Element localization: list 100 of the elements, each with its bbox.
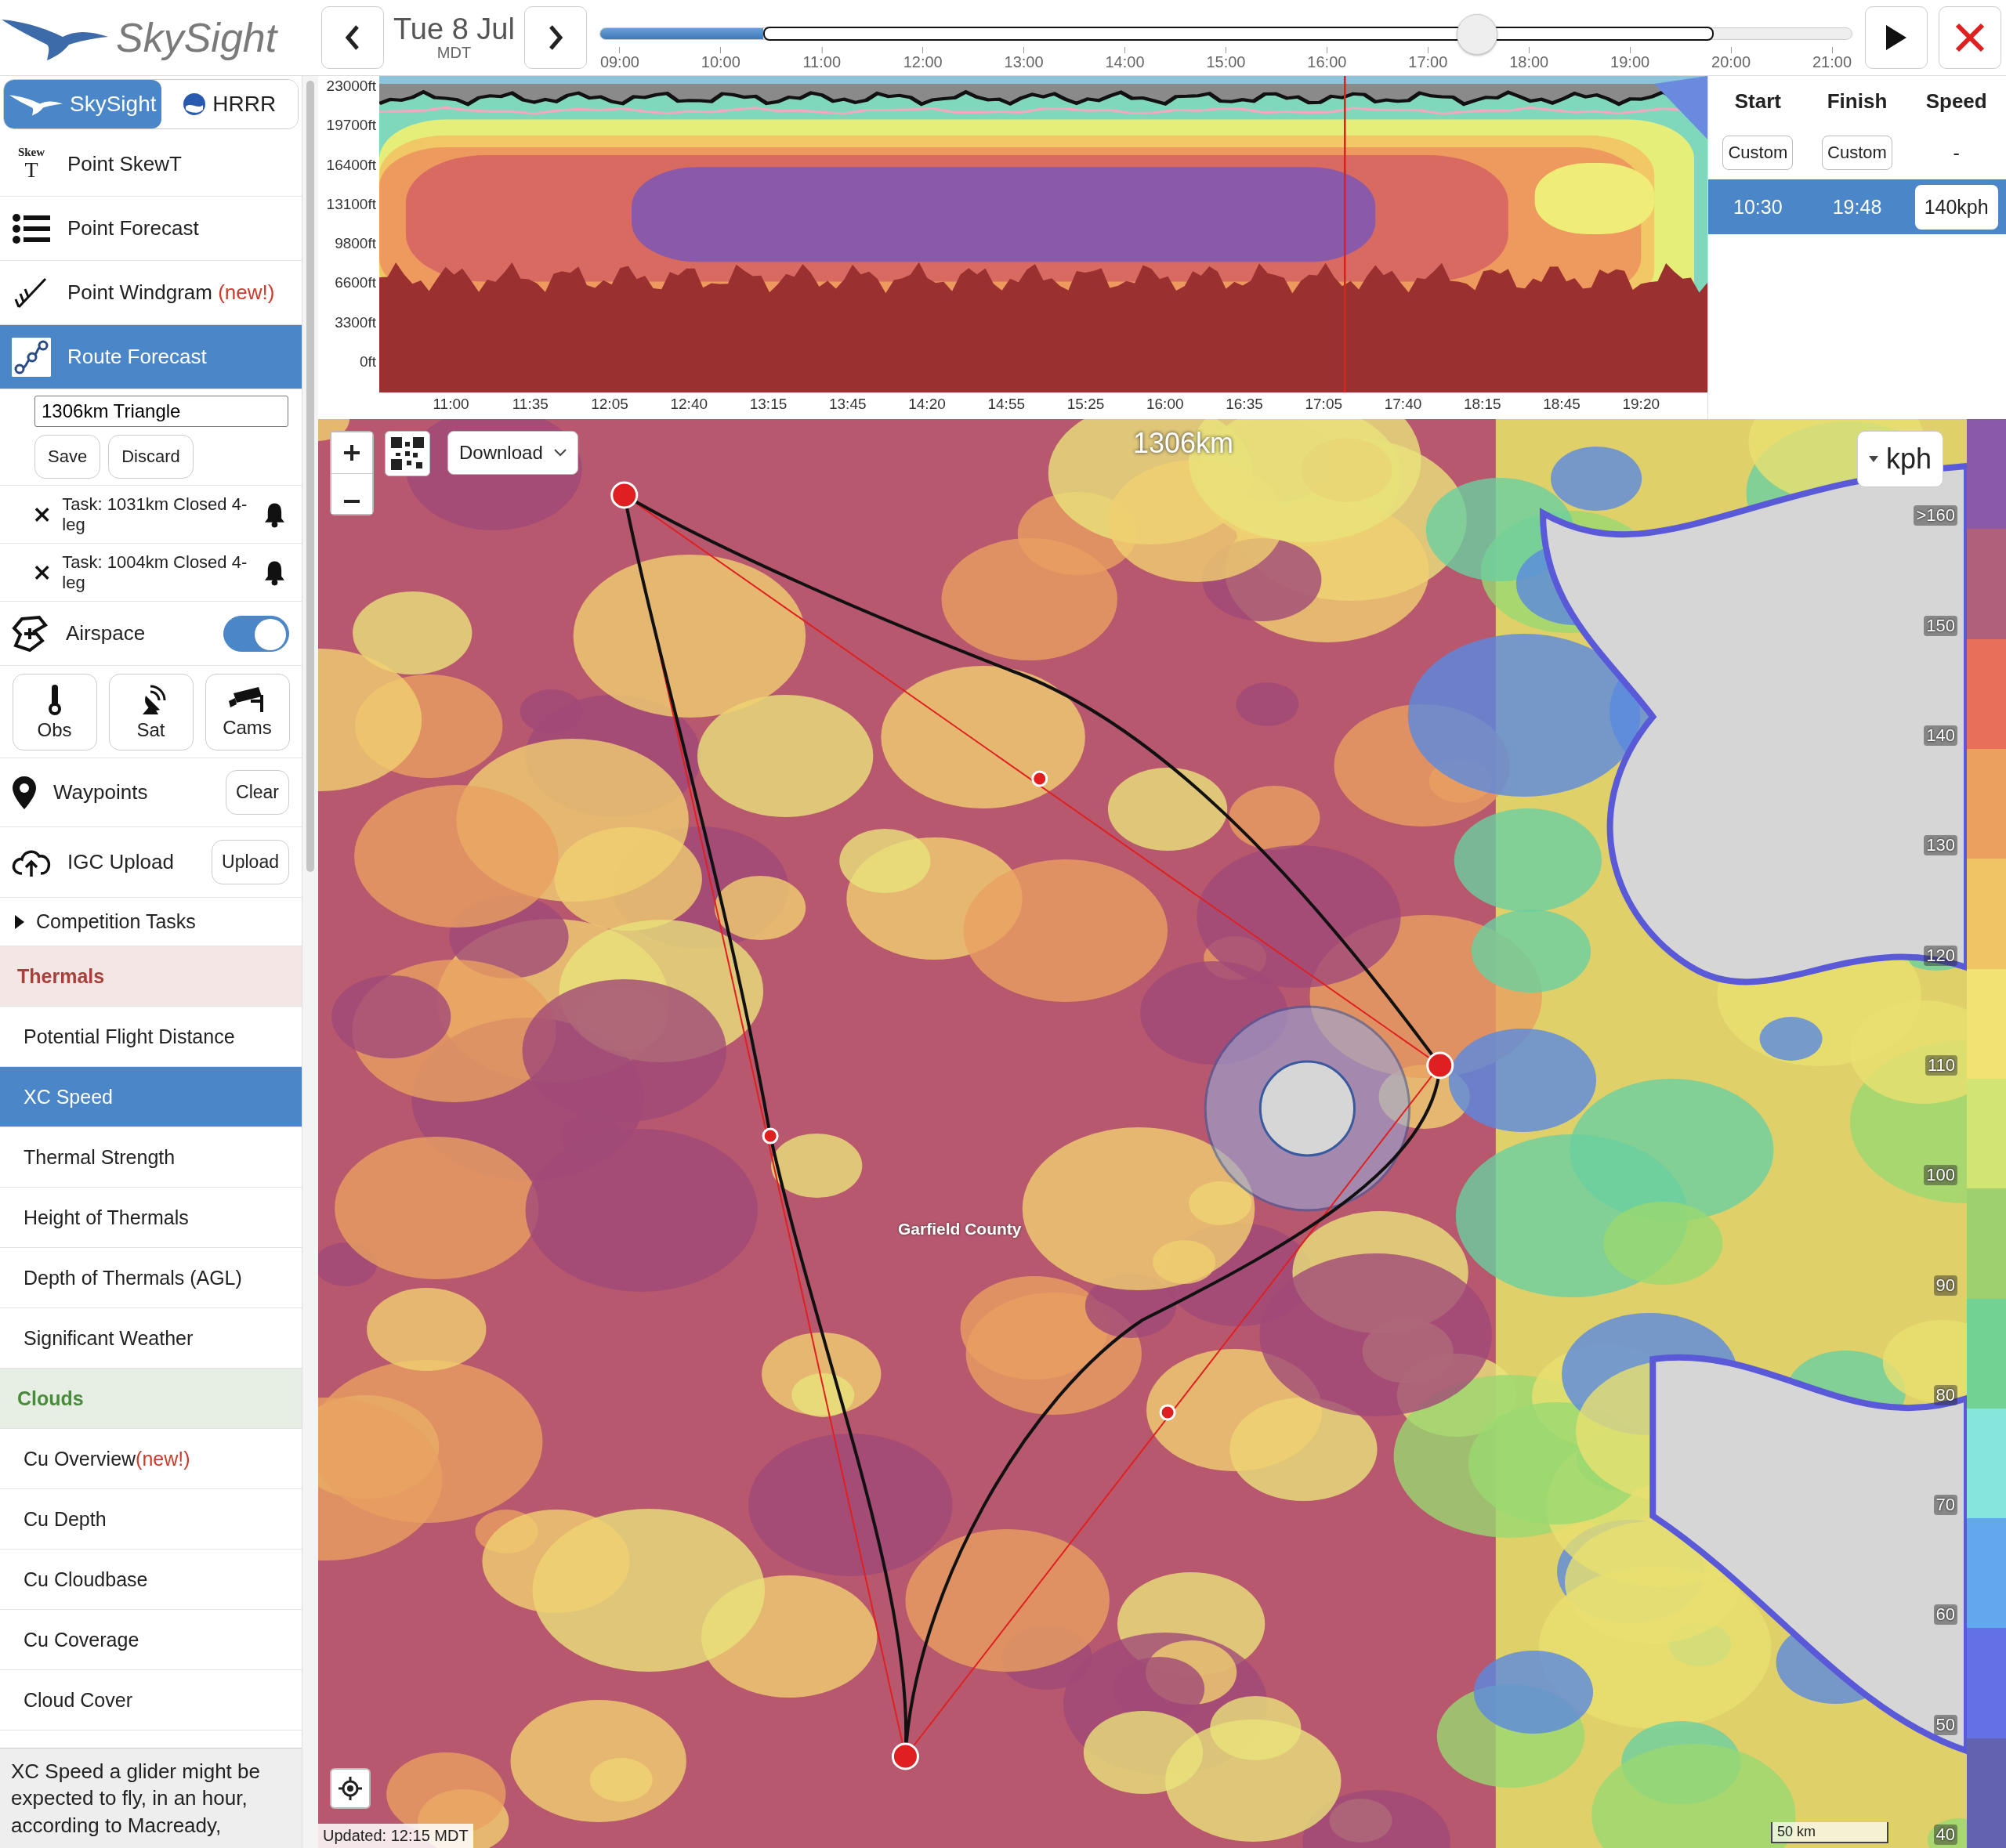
- time-tick-label: 20:00: [1711, 53, 1751, 71]
- time-axis-label: 14:55: [987, 396, 1025, 413]
- next-day-button[interactable]: [523, 6, 587, 69]
- model-tab[interactable]: SkySight: [4, 80, 161, 128]
- time-axis-label: 12:40: [670, 396, 708, 413]
- time-axis-label: 16:35: [1226, 396, 1263, 413]
- time-slider-thumb[interactable]: [1457, 14, 1498, 55]
- legend-label: 60: [1933, 1604, 1957, 1626]
- table-cell: 19:48: [1832, 195, 1882, 219]
- custom-time-button[interactable]: Custom: [1722, 136, 1794, 170]
- layer-menu-item[interactable]: XC Speed: [0, 1067, 302, 1127]
- legend-label: 40: [1933, 1824, 1957, 1846]
- locate-icon: [338, 1776, 363, 1801]
- map-pin-icon: [11, 774, 38, 811]
- column-header: Finish: [1827, 89, 1888, 114]
- route-distance-label: 1306km: [1133, 427, 1234, 460]
- time-tick-label: 10:00: [701, 53, 740, 71]
- route-name-field[interactable]: 1306km Triangle: [34, 396, 288, 427]
- close-button[interactable]: [1939, 6, 2001, 69]
- observation-button[interactable]: Obs: [12, 673, 97, 750]
- task-time-row[interactable]: Custom Custom -: [1708, 126, 2006, 179]
- custom-time-button[interactable]: Custom: [1822, 136, 1892, 170]
- legend-label: 50: [1933, 1714, 1957, 1735]
- table-cell: -: [1953, 141, 1960, 165]
- legend-label: 130: [1924, 835, 1957, 856]
- updated-time-label: Updated: 12:15 MDT: [318, 1824, 473, 1848]
- plus-icon: [342, 443, 361, 462]
- noaa-logo-icon: [183, 92, 207, 116]
- time-axis-label: 18:15: [1464, 396, 1501, 413]
- altitude-axis-label: 23000ft: [326, 78, 376, 95]
- upload-button[interactable]: Upload: [212, 840, 289, 884]
- locate-button[interactable]: [330, 1768, 371, 1809]
- time-axis-label: 15:25: [1066, 396, 1105, 413]
- altitude-axis-label: 0ft: [359, 353, 376, 371]
- time-tick-label: 13:00: [1004, 53, 1044, 71]
- route-action-button[interactable]: Discard: [108, 435, 194, 479]
- time-tick-label: 17:00: [1408, 53, 1448, 71]
- time-tick-label: 09:00: [599, 53, 639, 71]
- timezone-label: MDT: [436, 43, 472, 62]
- altitude-axis-label: 9800ft: [335, 235, 376, 253]
- layer-description: XC Speed a glider might be expected to fly, in an hour, according to Macready,: [0, 1748, 302, 1848]
- close-icon[interactable]: [34, 564, 50, 580]
- legend-label: 80: [1933, 1384, 1957, 1405]
- legend-label: 90: [1933, 1275, 1957, 1296]
- route-action-button[interactable]: Save: [34, 435, 101, 479]
- time-tick-label: 16:00: [1307, 53, 1347, 71]
- route-icon: [12, 337, 51, 377]
- unit-dropdown[interactable]: kph: [1856, 431, 1943, 487]
- airspace-toggle[interactable]: [223, 615, 289, 652]
- layer-group-header: Clouds: [0, 1369, 302, 1429]
- clear-waypoints-button[interactable]: Clear: [226, 770, 289, 815]
- layer-group-header: Thermals: [0, 946, 302, 1007]
- time-axis-label: 17:40: [1384, 396, 1422, 413]
- time-axis-label: 13:15: [749, 396, 788, 413]
- time-axis-label: 12:05: [591, 396, 628, 413]
- time-tick-label: 15:00: [1206, 53, 1246, 71]
- qr-code-button[interactable]: [385, 431, 430, 476]
- previous-day-button[interactable]: [321, 6, 384, 69]
- legend-label: 70: [1933, 1495, 1957, 1516]
- time-tick-label: 18:00: [1509, 53, 1549, 71]
- minus-icon: [342, 500, 361, 503]
- airspace-icon: [11, 613, 50, 653]
- date-label: Tue 8 Jul: [393, 13, 515, 44]
- legend-label: 150: [1924, 615, 1957, 636]
- play-button[interactable]: [1865, 6, 1928, 69]
- legend-label: 110: [1925, 1054, 1957, 1076]
- tool-menu-item[interactable]: Route Forecast: [0, 325, 302, 389]
- task-label[interactable]: Task: 1004km Closed 4-leg: [62, 552, 252, 592]
- altitude-axis-label: 16400ft: [326, 156, 376, 174]
- list-icon: [13, 212, 50, 244]
- time-tick-label: 12:00: [903, 53, 943, 71]
- task-label[interactable]: Task: 1031km Closed 4-leg: [62, 494, 252, 534]
- task-time-row[interactable]: 10:30 19:48 140kph: [1708, 179, 2006, 234]
- column-header: Speed: [1925, 89, 1987, 114]
- igc-upload-label: IGC Upload: [67, 850, 174, 874]
- time-axis-label: 19:20: [1622, 396, 1660, 413]
- time-axis-label: 11:00: [433, 396, 469, 413]
- map-scale-bar: 50 km: [1771, 1822, 1888, 1843]
- time-axis-label: 16:00: [1146, 396, 1184, 413]
- qr-code-icon: [391, 437, 424, 470]
- airspace-label: Airspace: [66, 621, 146, 646]
- column-header: Start: [1734, 89, 1781, 114]
- time-tick-label: 11:00: [802, 53, 842, 71]
- zoom-out-button[interactable]: [331, 473, 372, 514]
- legend-label: 100: [1924, 1165, 1957, 1186]
- time-tick-label: 14:00: [1105, 53, 1145, 71]
- play-icon: [1885, 24, 1908, 52]
- download-dropdown[interactable]: Download: [447, 431, 578, 475]
- map-place-label: Garfield County: [898, 1220, 1022, 1239]
- legend-label: >160: [1914, 505, 1957, 526]
- close-icon[interactable]: [34, 506, 50, 523]
- app-logo-text: SkySight: [116, 14, 277, 61]
- legend-label: 140: [1924, 725, 1957, 746]
- altitude-axis-label: 13100ft: [326, 195, 376, 213]
- altitude-axis-label: 3300ft: [335, 313, 376, 331]
- time-axis-label: 17:05: [1305, 396, 1342, 413]
- skew-t-icon: Skew T: [11, 145, 52, 183]
- observation-button[interactable]: Sat: [108, 673, 194, 750]
- observation-button[interactable]: Cams: [205, 673, 290, 750]
- time-axis-label: 11:35: [512, 396, 549, 413]
